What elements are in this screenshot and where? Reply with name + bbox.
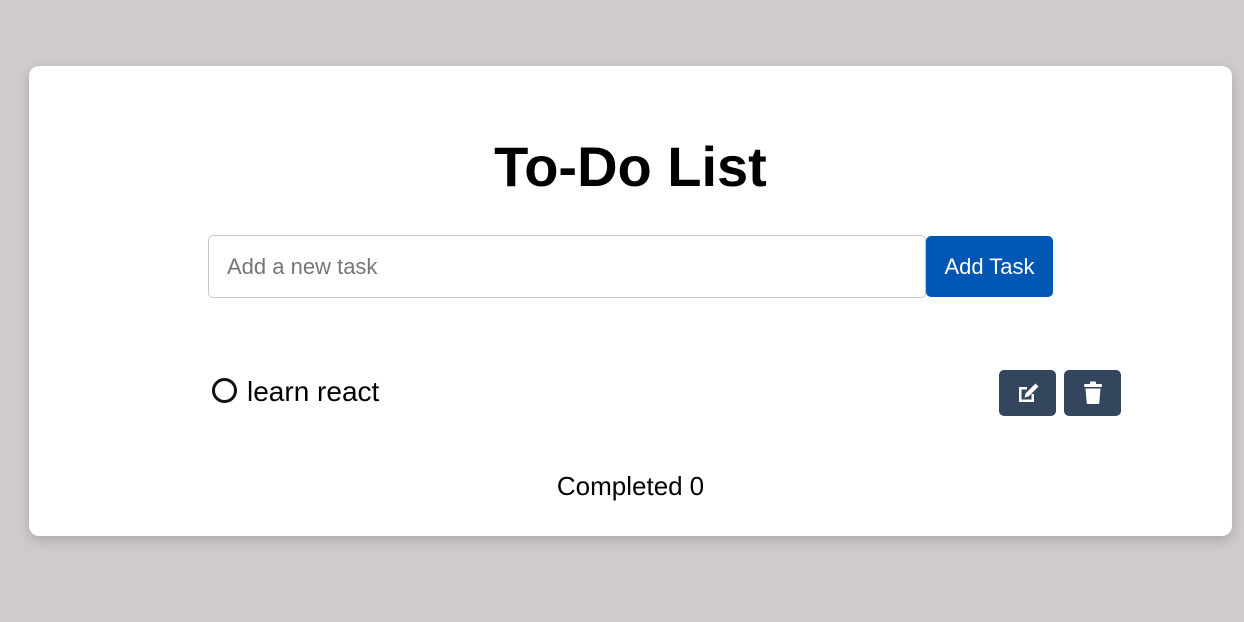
add-task-button[interactable]: Add Task bbox=[926, 236, 1053, 297]
page-title: To-Do List bbox=[494, 135, 767, 198]
completed-label: Completed bbox=[556, 471, 683, 501]
edit-icon bbox=[1018, 383, 1038, 402]
completed-counter: Completed 0 bbox=[29, 469, 1232, 503]
task-item: learn react bbox=[210, 370, 1122, 416]
delete-task-button[interactable] bbox=[1064, 370, 1121, 416]
todo-card: To-Do List Add Task learn react Complete… bbox=[29, 66, 1232, 536]
new-task-input[interactable] bbox=[208, 235, 926, 298]
circle-outline-icon[interactable] bbox=[212, 378, 237, 403]
task-text: learn react bbox=[247, 376, 380, 407]
trash-icon bbox=[1083, 381, 1102, 404]
completed-count: 0 bbox=[689, 471, 705, 501]
edit-task-button[interactable] bbox=[999, 370, 1056, 416]
